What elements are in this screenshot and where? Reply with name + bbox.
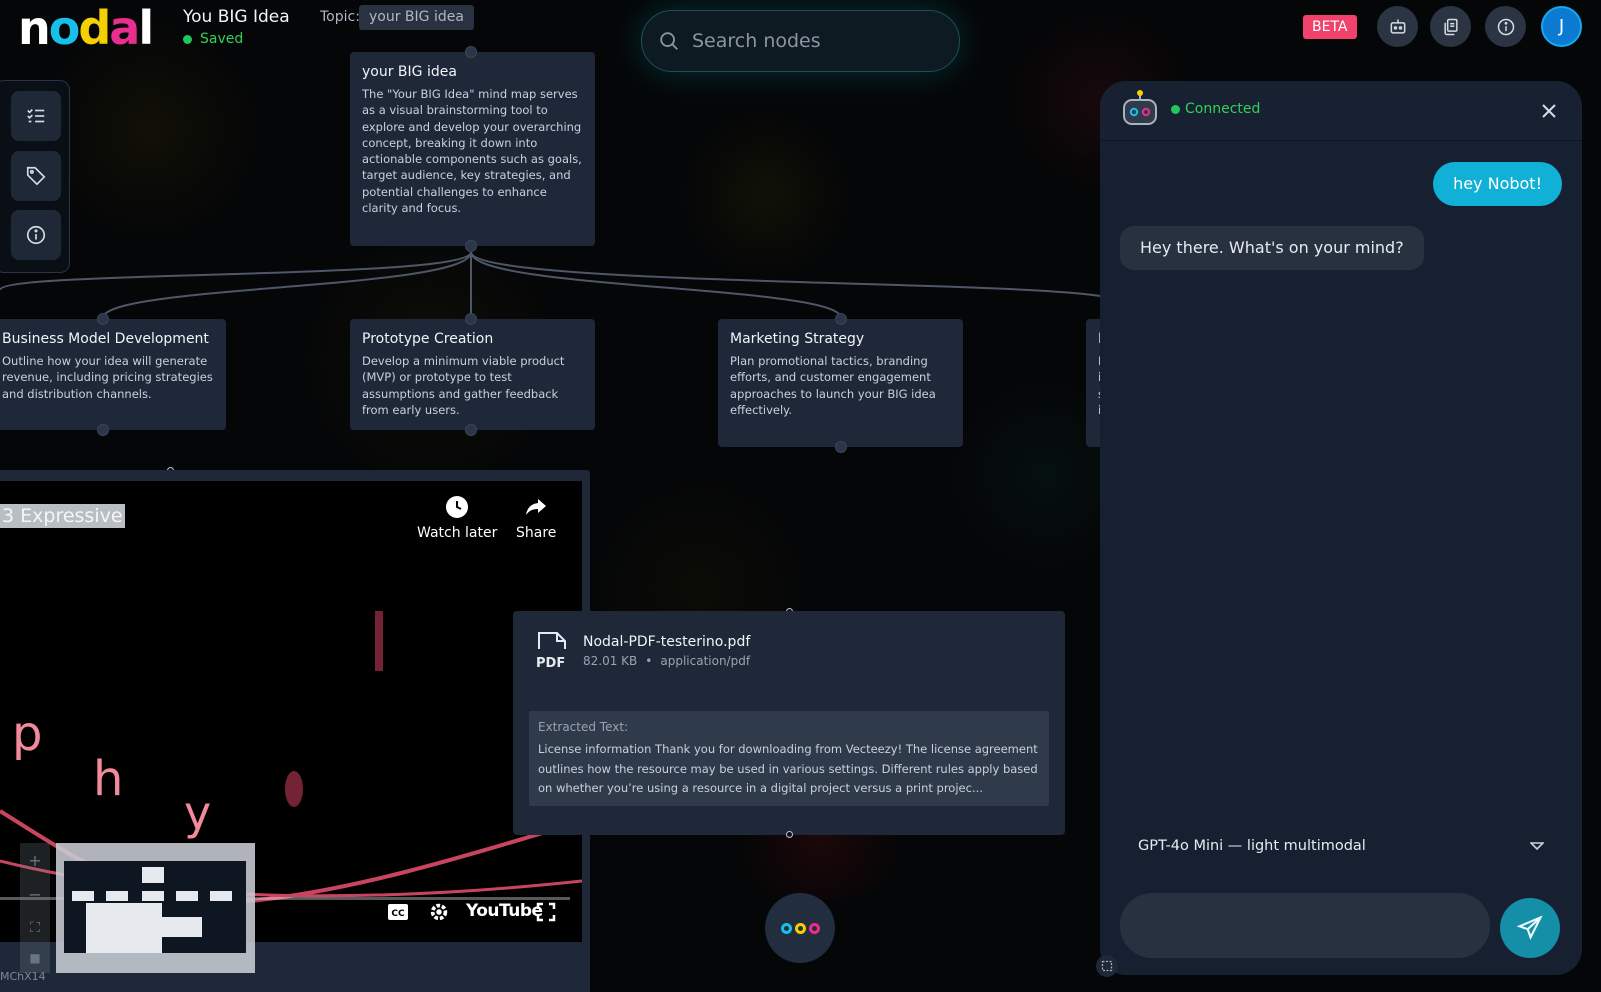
video-letter: y bbox=[184, 786, 212, 840]
chat-header: Connected bbox=[1100, 81, 1582, 141]
node-handle[interactable] bbox=[97, 313, 109, 325]
chat-input[interactable] bbox=[1120, 893, 1490, 958]
minimap-node bbox=[176, 891, 198, 901]
minimap[interactable] bbox=[56, 843, 255, 973]
node-handle[interactable] bbox=[465, 313, 477, 325]
chevron-down-icon bbox=[1530, 842, 1544, 851]
chat-message-assistant: Hey there. What's on your mind? bbox=[1120, 226, 1424, 270]
logo-dot-icon bbox=[780, 922, 792, 934]
youtube-logo[interactable]: YouTube bbox=[466, 901, 543, 921]
settings-icon[interactable] bbox=[428, 901, 450, 923]
documents-icon bbox=[1443, 18, 1458, 35]
minimap-node bbox=[142, 867, 164, 883]
minimap-node bbox=[142, 891, 164, 901]
minimap-node bbox=[160, 917, 202, 937]
robot-icon bbox=[1390, 19, 1405, 34]
pdf-extracted-text: Extracted Text: License information Than… bbox=[529, 711, 1049, 806]
minimap-viewport bbox=[64, 861, 246, 953]
pdf-meta: 82.01 KB • application/pdf bbox=[583, 654, 750, 668]
pdf-node[interactable]: PDF Nodal-PDF-testerino.pdf 82.01 KB • a… bbox=[513, 611, 1065, 835]
model-selector[interactable]: GPT-4o Mini — light multimodal bbox=[1120, 821, 1562, 871]
minimap-node bbox=[72, 891, 94, 901]
svg-text:PDF: PDF bbox=[536, 656, 565, 669]
pdf-mime-type: application/pdf bbox=[660, 654, 751, 668]
extracted-text-label: Extracted Text: bbox=[538, 720, 629, 734]
mindmap-node-root[interactable]: your BIG idea The "Your BIG Idea" mind m… bbox=[350, 52, 595, 246]
resize-icon bbox=[1101, 960, 1113, 972]
zoom-controls: + − ⛶ ■ bbox=[20, 843, 50, 973]
panel-resize-handle[interactable] bbox=[1096, 955, 1118, 977]
minimap-node bbox=[106, 891, 128, 901]
status-dot bbox=[1171, 104, 1180, 114]
fit-view-icon[interactable]: ⛶ bbox=[30, 920, 40, 936]
node-title: Prototype Creation bbox=[362, 331, 494, 347]
close-icon bbox=[1542, 104, 1556, 118]
pdf-file-icon: PDF bbox=[535, 631, 569, 673]
extracted-text-body: License information Thank you for downlo… bbox=[538, 742, 1038, 795]
mindmap-node-marketing[interactable]: Marketing Strategy Plan promotional tact… bbox=[718, 319, 963, 447]
chat-panel: Connected hey Nobot! Hey there. What's o… bbox=[1100, 81, 1582, 975]
node-handle[interactable] bbox=[786, 831, 793, 838]
nobot-avatar-icon bbox=[1123, 90, 1157, 125]
node-description: Develop a minimum viable product (MVP) o… bbox=[362, 354, 565, 417]
node-title: Business Model Development bbox=[2, 331, 209, 347]
zoom-out-icon[interactable]: − bbox=[28, 885, 41, 904]
nodal-menu-button[interactable] bbox=[765, 893, 835, 963]
fullscreen-icon[interactable] bbox=[536, 902, 556, 922]
node-description: Plan promotional tactics, branding effor… bbox=[730, 354, 936, 417]
video-letter: p bbox=[12, 706, 43, 762]
node-handle[interactable] bbox=[97, 424, 109, 436]
connection-status: Connected bbox=[1171, 101, 1260, 117]
mindmap-node-business-model[interactable]: Business Model Development Outline how y… bbox=[0, 319, 226, 430]
minimap-node bbox=[86, 903, 162, 953]
node-handle[interactable] bbox=[465, 240, 477, 252]
model-name: GPT-4o Mini — light multimodal bbox=[1138, 838, 1366, 854]
pdf-file-size: 82.01 KB bbox=[583, 654, 638, 668]
node-title: Marketing Strategy bbox=[730, 331, 865, 347]
mindmap-node-prototype[interactable]: Prototype Creation Develop a minimum via… bbox=[350, 319, 595, 430]
node-description: The "Your BIG Idea" mind map serves as a… bbox=[362, 87, 582, 216]
node-description: Outline how your idea will generate reve… bbox=[2, 354, 213, 401]
info-icon bbox=[1497, 18, 1514, 35]
logo-dot-icon bbox=[808, 922, 820, 934]
node-handle[interactable] bbox=[835, 441, 847, 453]
video-letter: h bbox=[93, 751, 124, 807]
info-button[interactable] bbox=[1485, 6, 1526, 47]
node-title: your BIG idea bbox=[362, 64, 457, 80]
lock-icon[interactable]: ■ bbox=[29, 951, 40, 965]
chat-message-user: hey Nobot! bbox=[1433, 162, 1562, 206]
connection-status-label: Connected bbox=[1185, 101, 1261, 117]
bot-button[interactable] bbox=[1377, 6, 1418, 47]
beta-badge: BETA bbox=[1303, 15, 1357, 39]
send-icon bbox=[1516, 915, 1543, 941]
node-handle[interactable] bbox=[465, 46, 477, 58]
pdf-file-name[interactable]: Nodal-PDF-testerino.pdf bbox=[583, 634, 750, 650]
node-handle[interactable] bbox=[465, 424, 477, 436]
documents-button[interactable] bbox=[1430, 6, 1471, 47]
logo-dot-icon bbox=[794, 922, 806, 934]
meta-separator: • bbox=[645, 654, 653, 668]
captions-icon[interactable]: CC bbox=[387, 903, 409, 921]
minimap-node bbox=[210, 891, 232, 901]
close-chat-button[interactable] bbox=[1536, 98, 1562, 124]
user-avatar[interactable]: J bbox=[1541, 6, 1582, 47]
node-handle[interactable] bbox=[835, 313, 847, 325]
send-button[interactable] bbox=[1500, 898, 1560, 958]
zoom-in-icon[interactable]: + bbox=[28, 851, 41, 870]
svg-text:CC: CC bbox=[391, 909, 405, 919]
